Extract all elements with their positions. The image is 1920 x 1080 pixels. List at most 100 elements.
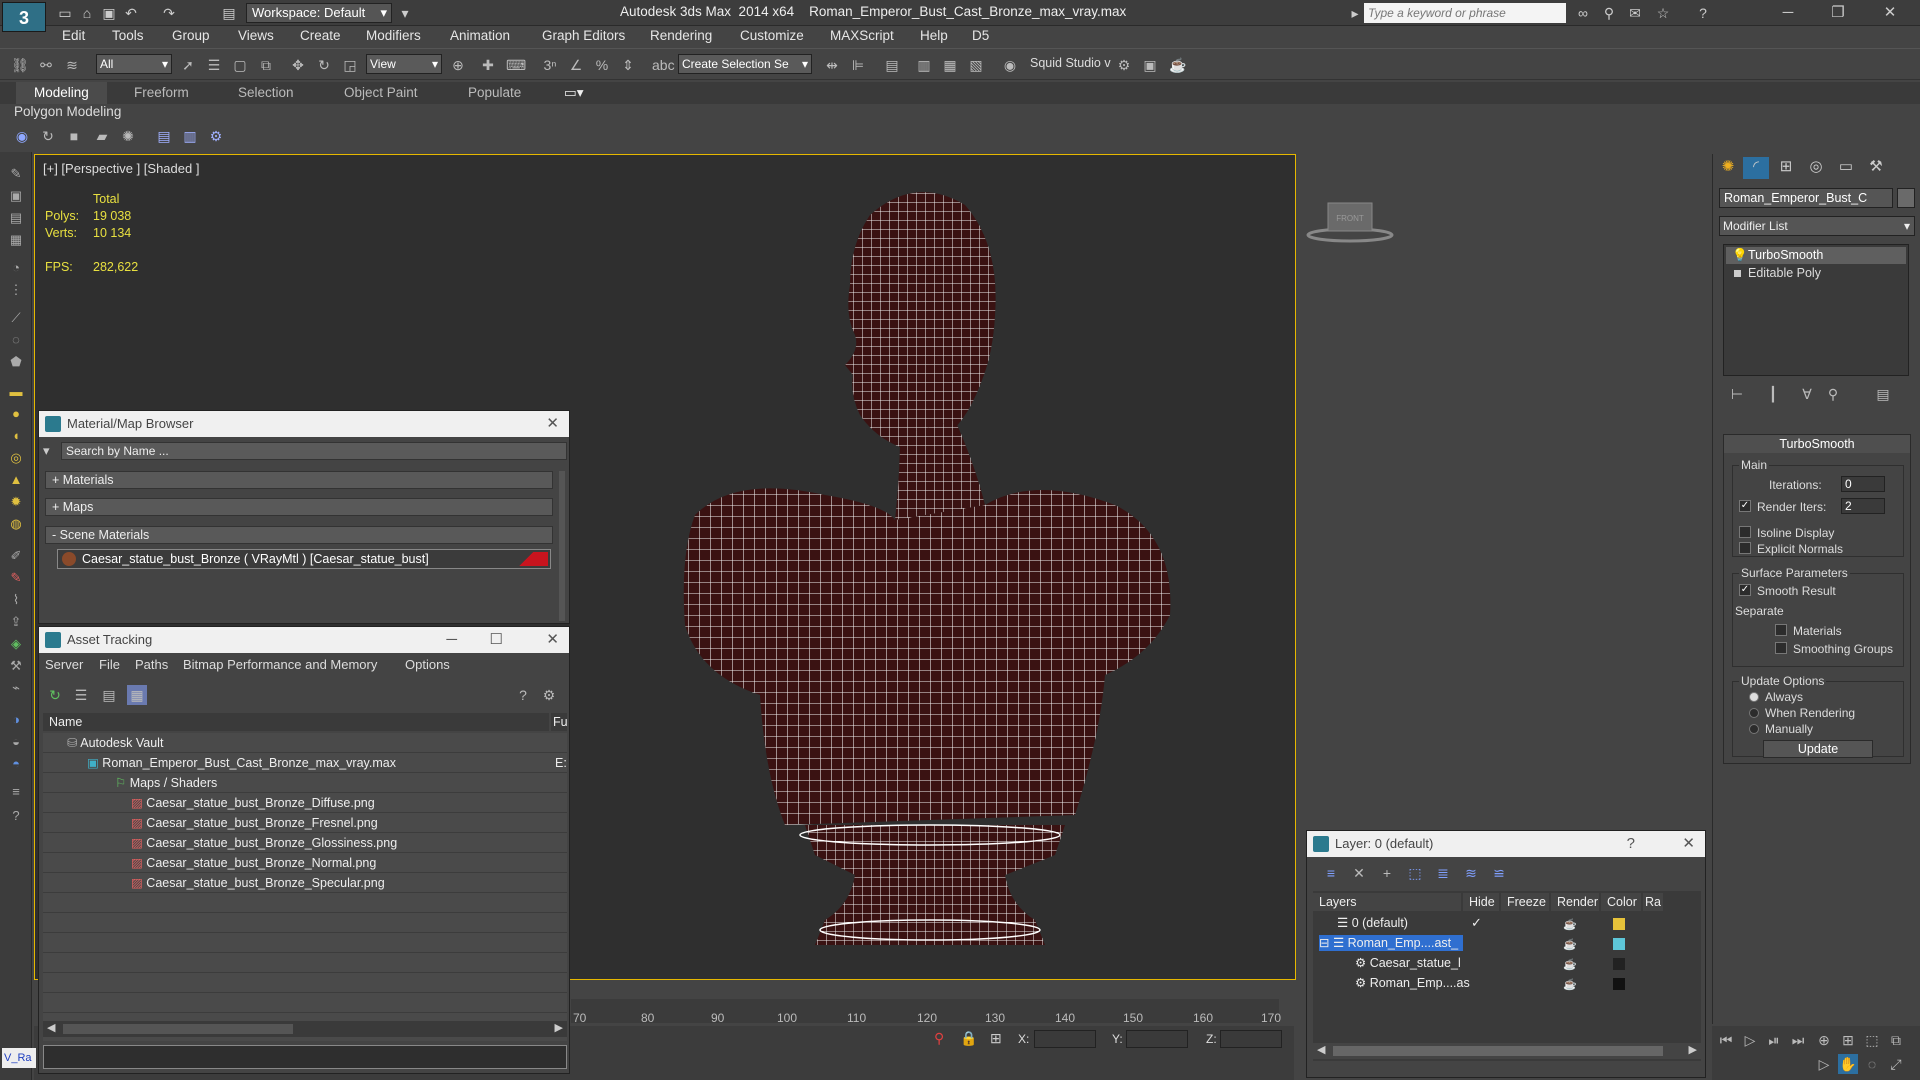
asset-row-map[interactable]: ▨ Caesar_statue_bust_Bronze_Specular.png [131,875,385,891]
move-icon[interactable]: ✥ [288,55,308,75]
close-icon[interactable]: ✕ [1872,2,1908,24]
binoculars-icon[interactable]: ∞ [1574,4,1592,22]
remove-modifier-icon[interactable]: ⚲ [1823,384,1843,404]
go-to-end-icon[interactable]: ⏭ [1788,1030,1808,1050]
spinner-snap-icon[interactable]: ⇕ [618,55,638,75]
smooth-result-checkbox[interactable]: ✓ [1739,584,1751,596]
pinch-icon[interactable]: ⚒ [7,658,25,676]
project-folder-icon[interactable]: ▤ [220,4,238,22]
lock-selection-icon[interactable]: 🔒 [960,1030,977,1047]
layout-a-icon[interactable]: ▤ [154,126,174,146]
scrollbar-thumb[interactable] [1333,1046,1663,1056]
menu-tools[interactable]: Tools [112,28,144,43]
hierarchy-tab-icon[interactable]: ⊞ [1773,157,1799,179]
bind-spacewarp-icon[interactable]: ≋ [62,55,82,75]
select-manipulate-icon[interactable]: ✚ [478,55,498,75]
tab-object-paint[interactable]: Object Paint [326,82,436,104]
layer-color-swatch[interactable] [1613,958,1625,970]
maximize-viewport-icon[interactable]: ⤢ [1886,1054,1906,1074]
field-of-view-icon[interactable]: ▷ [1814,1054,1834,1074]
squid-studio-label[interactable]: Squid Studio v [1030,56,1111,70]
menu-views[interactable]: Views [238,28,274,43]
select-objects-icon[interactable]: ⬚ [1405,863,1425,883]
relax-icon[interactable]: ⌇ [7,592,25,610]
zoom-extents-icon[interactable]: ⬚ [1862,1030,1882,1050]
shape-icon[interactable]: ◔ [7,260,25,278]
cone-icon[interactable]: ▲ [7,472,25,490]
display-tab-icon[interactable]: ▭ [1833,157,1859,179]
help-search-input[interactable]: Type a keyword or phrase [1364,3,1566,23]
help-icon[interactable]: ? [1694,4,1712,22]
layer-color-swatch[interactable] [1613,978,1625,990]
minimize-icon[interactable]: ─ [446,627,457,653]
scene-explorer-icon[interactable]: ▤ [882,55,902,75]
update-button[interactable]: Update [1763,740,1873,758]
scrollbar-thumb[interactable] [63,1024,293,1034]
isoline-display-checkbox[interactable] [1739,526,1751,538]
asset-row-map[interactable]: ▨ Caesar_statue_bust_Bronze_Fresnel.png [131,815,378,831]
scale-icon[interactable]: ◲ [340,55,360,75]
smooth-icon[interactable]: ◒ [7,734,25,752]
cylinder-icon[interactable]: ◖ [7,428,25,446]
menu-customize[interactable]: Customize [740,28,804,43]
pivot-center-icon[interactable]: ⊕ [448,55,468,75]
menu-paths[interactable]: Paths [135,657,168,672]
next-frame-icon[interactable]: ⏯ [1764,1030,1784,1050]
link-icon[interactable]: ⛓ [10,55,30,75]
chevron-down-icon[interactable]: ▾ [396,4,414,22]
z-coord-field[interactable] [1220,1030,1282,1048]
modifier-list-dropdown[interactable]: Modifier List ▾ [1719,216,1915,236]
restore-icon[interactable]: ❐ [1820,2,1856,24]
column-freeze[interactable]: Freeze [1501,893,1549,911]
zoom-icon[interactable]: ⊕ [1814,1030,1834,1050]
timeline-ruler[interactable]: 70 80 90 100 110 120 130 140 150 160 170 [571,999,1281,1025]
pan-icon[interactable]: ✋ [1838,1054,1858,1074]
motion-tab-icon[interactable]: ◎ [1803,157,1829,179]
column-full-path[interactable]: Fu [551,713,568,731]
layer-explorer-icon[interactable]: ▥ [914,55,934,75]
select-by-name-icon[interactable]: ☰ [204,55,224,75]
separate-materials-checkbox[interactable] [1775,624,1787,636]
light-icon[interactable]: ✺ [118,126,138,146]
maximize-icon[interactable]: ☐ [490,627,503,653]
undo-icon[interactable]: ↶ [122,4,140,22]
material-editor-icon[interactable]: ◉ [1000,55,1020,75]
stack-item-editable-poly[interactable]: Editable Poly [1726,265,1906,282]
column-hide[interactable]: Hide [1463,893,1499,911]
menu-maxscript[interactable]: MAXScript [830,28,894,43]
reference-coordinate-dropdown[interactable]: View ▾ [366,54,442,74]
scene-materials-section[interactable]: - Scene Materials [45,526,553,544]
scroll-left-icon[interactable]: ◀ [47,1021,55,1034]
create-tab-icon[interactable]: ✺ [1715,157,1741,179]
absolute-mode-icon[interactable]: ⊞ [990,1030,1002,1047]
scene-material-item[interactable]: Caesar_statue_bust_Bronze ( VRayMtl ) [C… [57,549,551,569]
schematic-view-icon[interactable]: ▧ [966,55,986,75]
layout-tab-icon[interactable]: ◉ [12,126,32,146]
layer-panel-header[interactable]: Layer: 0 (default) ? ✕ [1307,831,1705,857]
refresh-icon[interactable]: ↻ [38,126,58,146]
explicit-normals-checkbox[interactable] [1739,542,1751,554]
percent-snap-icon[interactable]: % [592,55,612,75]
update-manually-radio[interactable] [1749,724,1759,734]
new-file-icon[interactable]: ▭ [56,4,74,22]
layer-color-swatch[interactable] [1613,938,1625,950]
select-icon[interactable]: ▣ [7,188,25,206]
video-camera-icon[interactable]: ▰ [92,126,112,146]
tab-modeling[interactable]: Modeling [16,82,107,104]
utilities-tab-icon[interactable]: ⚒ [1863,157,1889,179]
deform-icon[interactable]: ✎ [7,570,25,588]
active-layer-check-icon[interactable]: ✓ [1471,915,1482,931]
list-view-icon[interactable]: ☰ [71,685,91,705]
unlink-icon[interactable]: ⚯ [36,55,56,75]
layer-object-row[interactable]: ⚙ Caesar_statue_l [1355,955,1463,971]
horizontal-scrollbar[interactable]: ◀ ▶ [43,1021,567,1037]
menu-rendering[interactable]: Rendering [650,28,712,43]
materials-section[interactable]: + Materials [45,471,553,489]
column-name[interactable]: Name [43,713,549,731]
communication-icon[interactable]: ✉ [1626,4,1644,22]
brush-icon[interactable]: ✎ [7,166,25,184]
freeze-all-icon[interactable]: ≌ [1489,863,1509,883]
scroll-left-icon[interactable]: ◀ [1317,1043,1325,1056]
filter-menu-icon[interactable]: ▾ [43,443,59,459]
poly-icon[interactable]: ⬟ [7,354,25,372]
